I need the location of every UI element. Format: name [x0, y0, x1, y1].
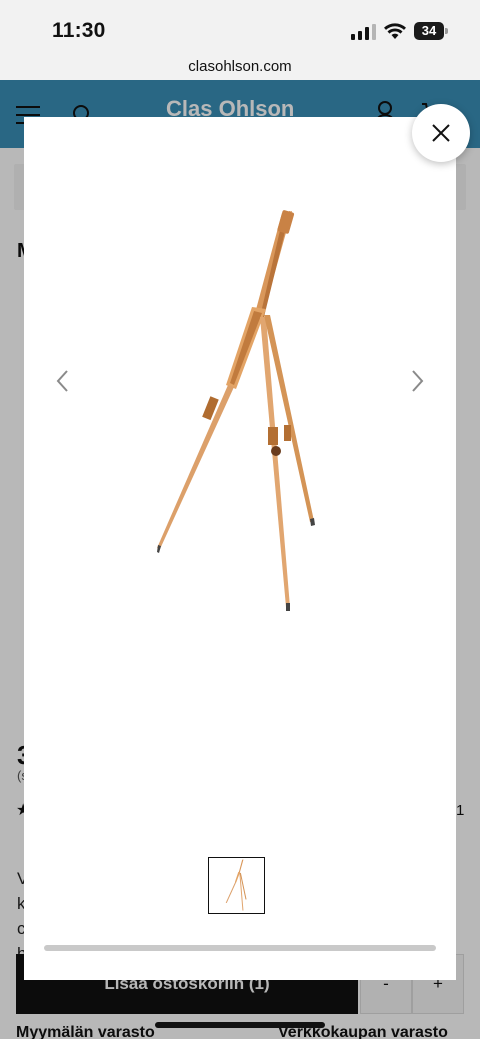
- url-text[interactable]: clasohlson.com: [0, 58, 480, 75]
- chevron-left-icon[interactable]: [52, 365, 74, 397]
- battery-level: 34: [421, 23, 437, 38]
- wifi-icon: [384, 23, 406, 39]
- image-gallery-modal: [24, 117, 456, 980]
- chevron-right-icon[interactable]: [406, 365, 428, 397]
- gallery-scrollbar[interactable]: [44, 945, 436, 951]
- cellular-signal-icon: [351, 24, 376, 40]
- close-button[interactable]: [412, 104, 470, 162]
- close-icon: [432, 124, 450, 142]
- home-indicator[interactable]: [155, 1022, 325, 1028]
- product-image-easel: [157, 210, 315, 611]
- status-bar: 11:30 34: [0, 0, 480, 56]
- browser-url-bar[interactable]: clasohlson.com: [0, 56, 480, 80]
- clock: 11:30: [52, 19, 106, 42]
- thumbnail-easel-image: [225, 859, 247, 911]
- gallery-thumbnail[interactable]: [208, 857, 265, 914]
- battery-icon: 34: [414, 22, 448, 40]
